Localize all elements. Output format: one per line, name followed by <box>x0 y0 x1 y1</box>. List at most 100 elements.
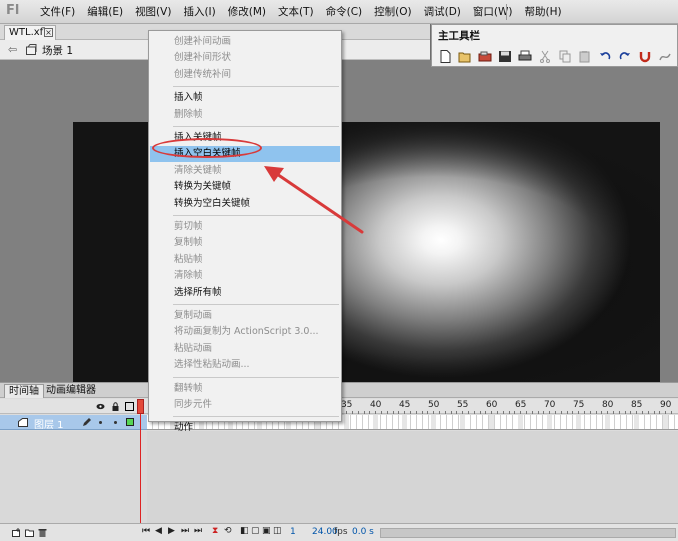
smooth-icon[interactable] <box>655 48 675 64</box>
ruler-tick <box>381 411 382 414</box>
cut-icon[interactable] <box>535 48 555 64</box>
bridge-icon[interactable] <box>475 48 495 64</box>
layer-icon <box>18 418 28 427</box>
layer-row[interactable]: 图层 1 <box>0 415 147 431</box>
context-menu-item[interactable]: 插入帧 <box>150 90 340 106</box>
ruler-tick <box>502 411 504 414</box>
layer-outline-color[interactable] <box>126 418 134 426</box>
ruler-tick <box>549 411 551 414</box>
context-menu-item: 删除帧 <box>174 108 203 120</box>
tab-motion-editor[interactable]: 动画编辑器 <box>42 384 100 398</box>
ruler-tick <box>386 411 388 414</box>
ruler-tick <box>647 411 649 414</box>
edit-multiple-frames-icon[interactable]: ▣ <box>262 526 271 536</box>
step-back-icon[interactable]: ◀︎ <box>155 526 162 536</box>
menu-item[interactable]: 视图(V) <box>129 0 177 24</box>
menu-item[interactable]: 调试(D) <box>418 0 467 24</box>
snap-magnet-icon[interactable] <box>635 48 655 64</box>
ruler-tick <box>369 411 371 414</box>
ruler-label: 50 <box>427 400 440 410</box>
ruler-label: 80 <box>601 400 614 410</box>
print-icon[interactable] <box>515 48 535 64</box>
close-tab-icon[interactable]: × <box>44 28 53 37</box>
onion-skin-icon[interactable]: ◧ <box>240 526 249 536</box>
menu-item[interactable]: 编辑(E) <box>81 0 129 24</box>
current-frame[interactable]: 1 <box>290 527 296 537</box>
ruler-tick <box>427 411 429 414</box>
frame-cell-marker <box>634 415 640 429</box>
menu-item[interactable]: 修改(M) <box>222 0 272 24</box>
menu-item[interactable]: 命令(C) <box>320 0 369 24</box>
delete-layer-icon[interactable] <box>38 528 47 537</box>
toolbar-icons <box>435 48 675 64</box>
onion-outline-icon[interactable]: ▢ <box>251 526 260 536</box>
menu-item[interactable]: 文本(T) <box>272 0 320 24</box>
ruler-tick <box>468 411 469 414</box>
ruler-tick <box>352 411 353 414</box>
loop-icon[interactable]: ⟲ <box>224 526 232 536</box>
ruler-tick <box>404 411 406 414</box>
playhead[interactable] <box>137 399 144 414</box>
center-frame-icon[interactable]: ⧗ <box>212 526 218 536</box>
playhead-line <box>140 414 141 541</box>
main-toolbar-panel: 主工具栏 <box>431 24 678 67</box>
frame-cell-marker <box>344 415 350 429</box>
menu-item[interactable]: 插入(I) <box>177 0 221 24</box>
pencil-icon <box>83 418 91 426</box>
eye-icon[interactable] <box>96 402 105 411</box>
ruler-tick <box>543 411 545 414</box>
ruler-label: 35 <box>340 400 353 410</box>
ruler-tick <box>624 411 626 414</box>
ruler-tick <box>671 411 672 414</box>
tab-timeline[interactable]: 时间轴 <box>4 384 44 398</box>
ruler-label: 70 <box>543 400 556 410</box>
last-frame-icon[interactable]: ⏭ <box>194 526 202 536</box>
save-icon[interactable] <box>495 48 515 64</box>
layer-lock-dot[interactable] <box>114 421 117 424</box>
ruler-tick <box>375 411 377 414</box>
copy-icon[interactable] <box>555 48 575 64</box>
menu-item[interactable]: 文件(F) <box>34 0 81 24</box>
onion-markers-icon[interactable]: ◫ <box>273 526 282 536</box>
timeline-horizontal-scrollbar[interactable] <box>380 528 676 538</box>
ruler-tick <box>630 411 632 414</box>
ruler-tick <box>462 411 464 414</box>
layer-name[interactable]: 图层 1 <box>34 416 64 431</box>
context-menu-item: 粘贴动画 <box>174 342 213 354</box>
menu-separator <box>173 126 339 127</box>
outline-icon[interactable] <box>125 402 134 411</box>
ruler-tick <box>578 411 580 414</box>
open-folder-icon[interactable] <box>455 48 475 64</box>
menu-item[interactable]: 控制(O) <box>368 0 417 24</box>
undo-icon[interactable] <box>595 48 615 64</box>
redo-icon[interactable] <box>615 48 635 64</box>
ruler-tick <box>526 411 527 414</box>
ruler-tick <box>601 411 603 414</box>
ruler-tick <box>497 411 498 414</box>
new-file-icon[interactable] <box>435 48 455 64</box>
ruler-tick <box>485 411 487 414</box>
timeline-controls: ⏮ ◀︎ ▶︎ ⏭ ⏭ ⧗ ⟲ ◧ ▢ ▣ ◫ 1 24.00 fps 0.0 … <box>0 523 678 541</box>
ruler-tick <box>444 411 446 414</box>
first-frame-icon[interactable]: ⏮ <box>142 526 150 536</box>
play-icon[interactable]: ▶︎ <box>168 526 175 536</box>
menu-separator <box>173 86 339 88</box>
step-forward-icon[interactable]: ⏭ <box>181 526 189 536</box>
frame-cell-marker <box>663 415 669 429</box>
ruler-tick <box>357 411 359 414</box>
context-menu-item[interactable]: 选择所有帧 <box>150 285 340 301</box>
layer-visibility-dot[interactable] <box>99 421 102 424</box>
ruler-tick <box>479 411 481 414</box>
annotation-circle <box>152 138 262 158</box>
ruler-tick <box>491 411 493 414</box>
paste-icon[interactable] <box>575 48 595 64</box>
document-tab[interactable]: WTL.xfl × <box>4 25 56 40</box>
layer-list-empty-area <box>0 431 147 523</box>
frame-cell-marker <box>460 415 466 429</box>
new-layer-icon[interactable] <box>12 528 21 537</box>
lock-icon[interactable] <box>111 402 120 411</box>
new-folder-icon[interactable] <box>25 528 34 537</box>
ruler-tick <box>473 411 475 414</box>
context-menu-item[interactable]: 动作 <box>150 420 340 436</box>
back-arrow-icon[interactable]: ⇦ <box>8 43 17 56</box>
